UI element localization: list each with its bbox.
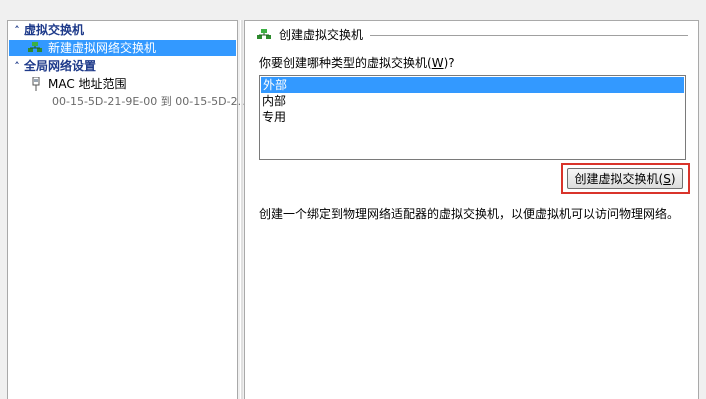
question-suffix: )?: [443, 56, 455, 70]
nav-item-mac-address-range[interactable]: MAC 地址范围: [9, 76, 236, 92]
switch-type-description: 创建一个绑定到物理网络适配器的虚拟交换机，以便虚拟机可以访问物理网络。: [259, 207, 680, 221]
nav-item-label: 新建虚拟网络交换机: [48, 41, 157, 55]
section-title: 全局网络设置: [24, 59, 97, 73]
switch-type-option-internal[interactable]: 内部: [260, 93, 685, 109]
section-title: 虚拟交换机: [24, 23, 85, 37]
collapse-chevron-icon[interactable]: ˄: [10, 60, 24, 74]
section-header-virtual-switches[interactable]: ˄ 虚拟交换机: [10, 23, 84, 37]
group-title: 创建虚拟交换机: [279, 28, 364, 42]
switch-icon: [257, 29, 271, 39]
switch-icon: [28, 42, 42, 52]
switch-type-option-external[interactable]: 外部: [261, 77, 684, 93]
group-divider: [370, 35, 688, 36]
details-pane: 创建虚拟交换机 你要创建哪种类型的虚拟交换机(W)? 外部 内部 专用 创建虚拟…: [244, 20, 699, 399]
mac-range-value: 00-15-5D-21-9E-00 到 00-15-5D-2...: [52, 95, 249, 108]
question-text: 你要创建哪种类型的虚拟交换机(: [259, 56, 432, 70]
switch-type-question: 你要创建哪种类型的虚拟交换机(W)?: [259, 54, 455, 71]
create-virtual-switch-button[interactable]: 创建虚拟交换机(S): [567, 168, 683, 189]
button-hotkey: S: [663, 171, 671, 186]
window-edge: [699, 20, 706, 399]
switch-type-listbox[interactable]: 外部 内部 专用: [259, 75, 686, 160]
nav-item-label: MAC 地址范围: [48, 77, 127, 91]
button-label-suffix: ): [670, 171, 676, 186]
pane-splitter[interactable]: [240, 20, 243, 399]
collapse-chevron-icon[interactable]: ˄: [10, 24, 24, 38]
switch-type-option-private[interactable]: 专用: [260, 109, 685, 125]
network-adapter-icon: [32, 77, 40, 91]
section-header-global-network-settings[interactable]: ˄ 全局网络设置: [10, 59, 96, 73]
settings-navigation-pane: ˄ 虚拟交换机 新建虚拟网络交换机 ˄ 全局网络设置 MAC 地址范围 00-15-…: [7, 20, 248, 399]
question-hotkey: W: [431, 56, 444, 70]
button-label: 创建虚拟交换机(: [574, 172, 664, 186]
nav-item-new-virtual-switch[interactable]: 新建虚拟网络交换机: [9, 40, 236, 56]
